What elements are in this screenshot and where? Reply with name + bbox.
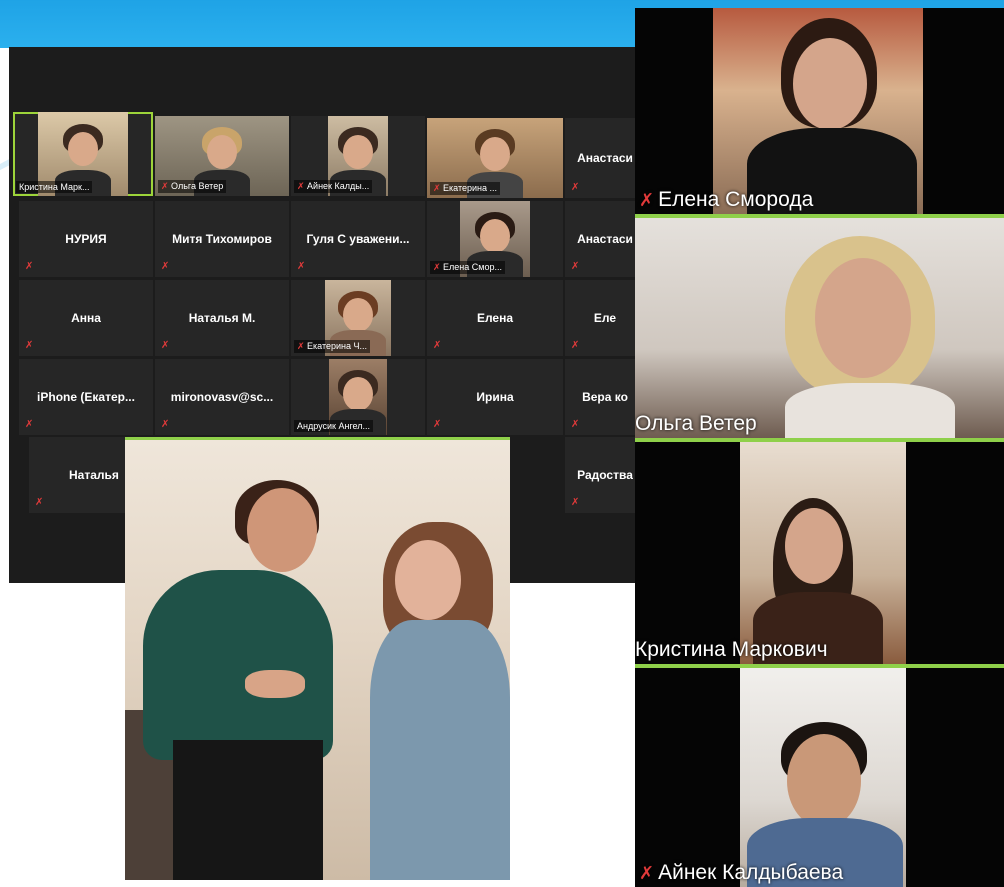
participant-tile[interactable]: ✗ Елена Смор... <box>427 201 563 277</box>
speaker-face <box>815 258 911 378</box>
muted-mic-icon <box>35 498 42 508</box>
muted-mic-icon <box>433 420 440 430</box>
participant-name: Гуля С уважени... <box>306 232 410 246</box>
participant-name: Ирина <box>476 390 514 404</box>
participant-name: НУРИЯ <box>65 232 107 246</box>
participant-tile[interactable]: ✗ Екатерина ... <box>427 118 563 198</box>
participant-tile[interactable]: Еле <box>565 280 635 356</box>
participant-label: ✗ Екатерина Ч... <box>294 340 371 353</box>
participant-tile[interactable]: НУРИЯ <box>19 201 153 277</box>
participant-tile[interactable]: Анна <box>19 280 153 356</box>
participant-name: Анна <box>71 311 101 325</box>
muted-mic-icon <box>25 262 32 272</box>
participant-tile[interactable]: Кристина Марк... <box>13 112 153 196</box>
participant-name: mironovasv@sc... <box>170 390 274 404</box>
participant-tile[interactable]: iPhone (Екатер... <box>19 359 153 435</box>
muted-mic-icon <box>161 420 168 430</box>
speaker-name-label: ✗ Елена Сморода <box>639 188 814 211</box>
participant-name: Наталья М. <box>188 311 256 325</box>
participant-label: ✗ Екатерина ... <box>430 182 501 195</box>
participant-tile[interactable]: Анастаси <box>565 201 635 277</box>
featured-video-dancing <box>125 437 510 880</box>
muted-mic-icon <box>161 341 168 351</box>
participant-tile[interactable]: Гуля С уважени... <box>291 201 425 277</box>
participant-tile[interactable]: Андрусик Ангел... <box>291 359 425 435</box>
speaker-name-label: Кристина Маркович <box>635 638 828 661</box>
muted-mic-icon <box>161 262 168 272</box>
participant-label: ✗ Елена Смор... <box>430 261 505 274</box>
muted-mic-icon <box>571 183 578 193</box>
speaker-face <box>793 38 867 130</box>
participant-label: Кристина Марк... <box>16 181 93 193</box>
speaker-face <box>785 508 843 584</box>
participant-tile[interactable]: ✗ Ольга Ветер <box>155 116 289 196</box>
muted-mic-icon <box>571 262 578 272</box>
participant-name: Вера ко <box>582 390 628 404</box>
participant-name: Митя Тихомиров <box>172 232 272 246</box>
participant-tile[interactable]: Наталья М. <box>155 280 289 356</box>
speaker-tile[interactable]: Кристина Маркович <box>635 442 1004 664</box>
participant-label: ✗ Ольга Ветер <box>158 180 227 193</box>
participant-tile[interactable]: Радоства <box>565 437 635 513</box>
participant-label: Андрусик Ангел... <box>294 420 374 432</box>
person-green-top <box>143 570 333 760</box>
speaker-face <box>787 734 861 828</box>
speaker-tile[interactable]: ✗ Айнек Калдыбаева <box>635 668 1004 887</box>
muted-mic-icon: ✗ <box>639 190 655 210</box>
muted-mic-icon <box>297 262 304 272</box>
muted-mic-icon <box>571 498 578 508</box>
muted-mic-icon <box>571 420 578 430</box>
speaker-tile[interactable]: Ольга Ветер <box>635 218 1004 438</box>
participant-name: iPhone (Екатер... <box>37 390 135 404</box>
participant-name: Еле <box>593 311 617 325</box>
muted-mic-icon <box>25 420 32 430</box>
speaker-name-label: ✗ Айнек Калдыбаева <box>639 861 844 884</box>
participant-name: Радоства <box>577 468 633 482</box>
person-denim-overalls <box>370 620 510 880</box>
participant-name: Анастаси <box>577 151 633 165</box>
participant-tile[interactable]: Ирина <box>427 359 563 435</box>
participant-tile[interactable]: Митя Тихомиров <box>155 201 289 277</box>
participant-name: Анастаси <box>577 232 633 246</box>
participant-tile[interactable]: mironovasv@sc... <box>155 359 289 435</box>
speaker-name-label: Ольга Ветер <box>635 412 757 435</box>
participant-label: ✗ Айнек Калды... <box>294 180 373 193</box>
muted-mic-icon <box>571 341 578 351</box>
participant-tile[interactable]: Елена <box>427 280 563 356</box>
muted-mic-icon: ✗ <box>639 863 655 883</box>
participant-tile[interactable]: Анастаси <box>565 118 635 198</box>
speaker-tile[interactable]: ✗ Елена Сморода <box>635 8 1004 214</box>
muted-mic-icon <box>433 341 440 351</box>
participant-tile[interactable]: ✗ Айнек Калды... <box>291 116 425 196</box>
muted-mic-icon <box>25 341 32 351</box>
participant-tile[interactable]: ✗ Екатерина Ч... <box>291 280 425 356</box>
participant-tile[interactable]: Вера ко <box>565 359 635 435</box>
participant-name: Елена <box>476 311 514 325</box>
